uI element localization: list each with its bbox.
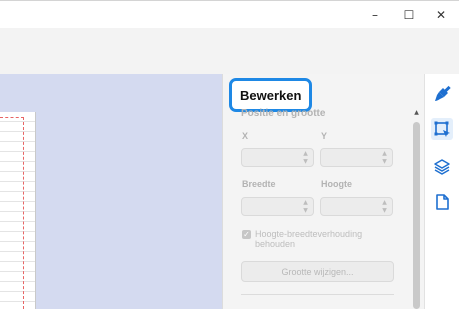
maximize-button[interactable]: ☐	[391, 2, 427, 28]
close-button[interactable]: ✕	[423, 2, 459, 28]
spin-up-icon[interactable]: ▲	[382, 150, 387, 157]
spin-down-icon[interactable]: ▼	[382, 207, 387, 214]
y-spinner[interactable]: ▲ ▼	[380, 150, 389, 165]
x-input[interactable]: ▲ ▼	[241, 148, 314, 167]
panel-scrollbar[interactable]: ▲	[412, 108, 421, 309]
keep-aspect-checkbox[interactable]: ✓	[242, 230, 251, 239]
scroll-up-icon[interactable]: ▲	[412, 108, 421, 117]
resize-button-label: Grootte wijzigen...	[281, 266, 354, 277]
edit-panel: Bewerken Positie en grootte X Y ▲ ▼ ▲ ▼ …	[222, 74, 424, 309]
width-spinner[interactable]: ▲ ▼	[301, 199, 310, 214]
height-label: Hoogte	[321, 179, 352, 189]
scroll-thumb[interactable]	[413, 122, 420, 309]
panel-title: Bewerken	[229, 78, 313, 112]
minimize-button[interactable]: –	[357, 2, 393, 28]
x-label: X	[242, 131, 249, 141]
title-bar: – ☐ ✕	[0, 0, 459, 28]
layers-icon[interactable]	[431, 156, 453, 178]
spin-up-icon[interactable]: ▲	[303, 150, 308, 157]
section-heading-position-size: Positie en grootte	[241, 108, 326, 119]
side-icon-bar	[424, 74, 459, 309]
spin-down-icon[interactable]: ▼	[303, 207, 308, 214]
height-input[interactable]: ▲ ▼	[320, 197, 393, 216]
page-icon[interactable]	[431, 191, 453, 213]
y-label: Y	[321, 131, 328, 141]
minimize-icon: –	[372, 8, 378, 22]
maximize-icon: ☐	[403, 8, 415, 22]
section-divider	[241, 294, 394, 295]
keep-aspect-label: Hoogte-breedteverhouding behouden	[255, 229, 363, 249]
y-input[interactable]: ▲ ▼	[320, 148, 393, 167]
toolbar	[0, 28, 459, 74]
resize-button[interactable]: Grootte wijzigen...	[241, 261, 394, 282]
spin-down-icon[interactable]: ▼	[303, 158, 308, 165]
paint-brush-icon[interactable]	[431, 83, 453, 105]
height-spinner[interactable]: ▲ ▼	[380, 199, 389, 214]
spin-up-icon[interactable]: ▲	[303, 199, 308, 206]
width-input[interactable]: ▲ ▼	[241, 197, 314, 216]
spin-up-icon[interactable]: ▲	[382, 199, 387, 206]
width-label: Breedte	[242, 179, 276, 189]
panel-title-text: Bewerken	[240, 87, 302, 103]
x-spinner[interactable]: ▲ ▼	[301, 150, 310, 165]
spin-down-icon[interactable]: ▼	[382, 158, 387, 165]
page-margin-guide	[0, 117, 24, 309]
checkmark-icon: ✓	[243, 230, 250, 239]
close-icon: ✕	[435, 8, 447, 22]
transform-icon[interactable]	[431, 118, 453, 140]
